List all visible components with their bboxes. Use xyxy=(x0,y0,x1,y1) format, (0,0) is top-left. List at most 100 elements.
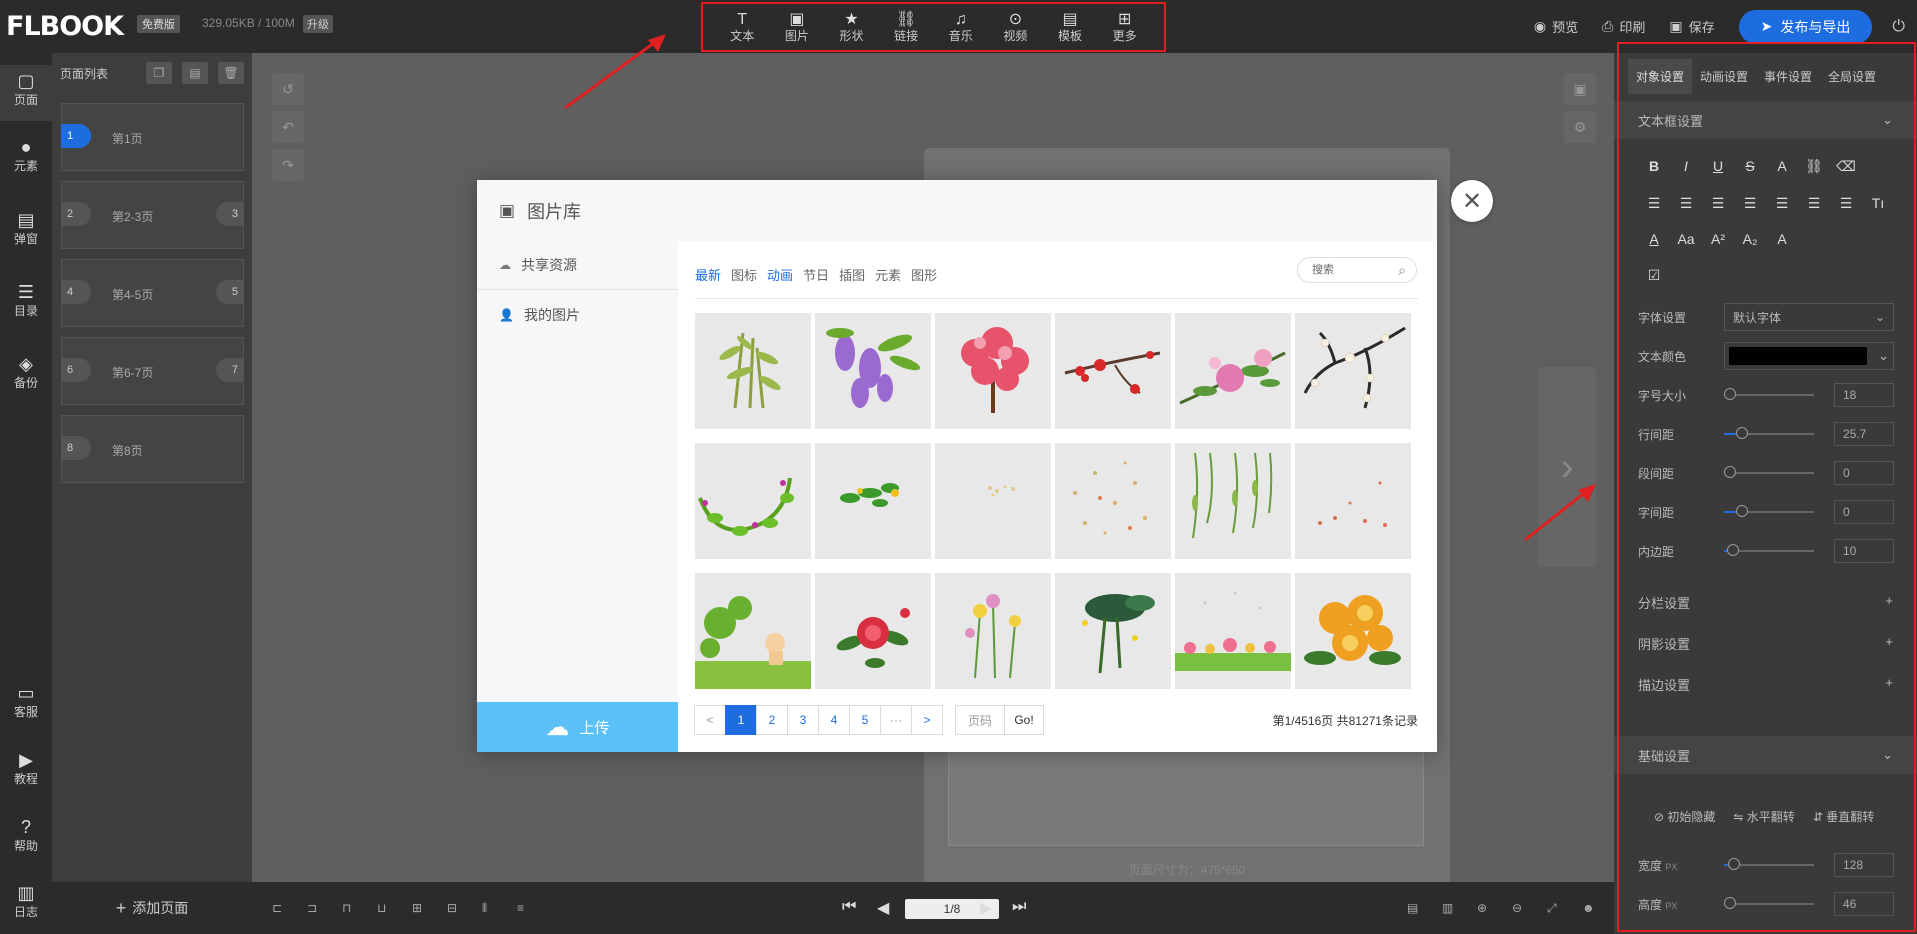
tool-video[interactable]: ⊙ 视频 xyxy=(989,11,1041,44)
sidebar-item-shared[interactable]: ☁ 共享资源 xyxy=(477,241,678,290)
image-thumb-petals[interactable] xyxy=(1055,443,1171,559)
prop-value[interactable]: 0 xyxy=(1834,500,1894,524)
image-thumb-vine-arc[interactable] xyxy=(695,443,811,559)
page-item[interactable]: 6 第6-7页 7 xyxy=(61,337,244,405)
tab-object[interactable]: 对象设置 xyxy=(1628,59,1693,94)
width-value[interactable]: 128 xyxy=(1834,853,1894,877)
category-animation[interactable]: 动画 xyxy=(767,265,793,284)
nav-help[interactable]: ? 帮助 xyxy=(0,817,52,854)
image-thumb-yellow-peony[interactable] xyxy=(1295,573,1411,689)
prop-slider[interactable] xyxy=(1724,388,1814,400)
superscript-icon[interactable]: A² xyxy=(1702,226,1734,252)
category-illustration[interactable]: 插图 xyxy=(839,265,865,284)
upgrade-button[interactable]: 升级 xyxy=(303,15,333,33)
image-thumb-red-petals[interactable] xyxy=(1295,443,1411,559)
zoom-out-icon[interactable]: ⊖ xyxy=(1512,901,1522,915)
prop-value[interactable]: 25.7 xyxy=(1834,422,1894,446)
prop-slider[interactable] xyxy=(1724,466,1814,478)
page-item[interactable]: 1 第1页 xyxy=(61,103,244,171)
next-page-icon[interactable]: ▶ xyxy=(980,898,992,918)
prop-value[interactable]: 10 xyxy=(1834,539,1894,563)
zoom-in-icon[interactable]: ⊕ xyxy=(1477,901,1487,915)
power-icon[interactable]: ⏻ xyxy=(1892,18,1905,36)
sidebar-item-mine[interactable]: 👤 我的图片 xyxy=(477,290,678,339)
undo-icon[interactable]: ↶ xyxy=(272,111,304,143)
print-button[interactable]: ⎙ 印刷 xyxy=(1602,17,1645,36)
close-icon[interactable]: ✕ xyxy=(1451,180,1493,222)
hide-toggle[interactable]: ⊘ 初始隐藏 xyxy=(1654,808,1715,825)
page-item[interactable]: 2 第2-3页 3 xyxy=(61,181,244,249)
bold-icon[interactable]: B xyxy=(1638,153,1670,179)
tool-shape[interactable]: ★ 形状 xyxy=(826,11,878,44)
indent-icon[interactable]: ☰ xyxy=(1798,190,1830,216)
image-thumb-plum-branch[interactable] xyxy=(1055,313,1171,429)
subscript-icon[interactable]: A₂ xyxy=(1734,226,1766,252)
outdent-icon[interactable]: ☰ xyxy=(1830,190,1862,216)
page-number-input[interactable]: 页码 xyxy=(955,705,1005,735)
settings-icon[interactable]: ⚙ xyxy=(1564,111,1596,143)
image-thumb-white-plum[interactable] xyxy=(1295,313,1411,429)
tool-image[interactable]: ▣ 图片 xyxy=(771,11,823,44)
font-size-icon[interactable]: Aa xyxy=(1670,226,1702,252)
category-festival[interactable]: 节日 xyxy=(803,265,829,284)
strikethrough-icon[interactable]: S xyxy=(1734,153,1766,179)
publish-button[interactable]: ➤ 发布与导出 xyxy=(1738,9,1873,44)
align-bottom-icon[interactable]: ⊟ xyxy=(447,901,457,915)
category-latest[interactable]: 最新 xyxy=(695,265,721,284)
flip-v-toggle[interactable]: ⇵ 垂直翻转 xyxy=(1813,808,1874,825)
prev-page-icon[interactable]: ◀ xyxy=(877,898,889,918)
delete-page-icon[interactable]: 🗑 xyxy=(218,62,244,84)
justify-icon[interactable]: ☰ xyxy=(1734,190,1766,216)
pagination-next[interactable]: > xyxy=(911,705,943,735)
image-thumb-wisteria[interactable] xyxy=(815,313,931,429)
go-button[interactable]: Go! xyxy=(1004,705,1044,735)
image-thumb-blossom-tree[interactable] xyxy=(935,313,1051,429)
nav-popup[interactable]: ▤ 弹窗 xyxy=(0,210,52,247)
page-item[interactable]: 8 第8页 xyxy=(61,415,244,483)
image-thumb-flower-bed[interactable] xyxy=(1175,573,1291,689)
font-select[interactable]: 默认字体 ⌄ xyxy=(1724,303,1894,331)
prop-value[interactable]: 18 xyxy=(1834,383,1894,407)
nav-log[interactable]: ▥ 日志 xyxy=(0,883,52,920)
nav-backup[interactable]: ◈ 备份 xyxy=(0,354,52,391)
unlink-icon[interactable]: ⛓ xyxy=(1798,153,1830,179)
nav-element[interactable]: ● 元素 xyxy=(0,137,52,174)
nav-catalog[interactable]: ☰ 目录 xyxy=(0,282,52,319)
textbox-section-header[interactable]: 文本框设置 ⌄ xyxy=(1614,101,1917,139)
text-shadow-icon[interactable]: A xyxy=(1766,226,1798,252)
align-center-icon[interactable]: ☰ xyxy=(1670,190,1702,216)
user-icon[interactable]: ☻ xyxy=(1582,901,1595,915)
image-thumb-ink-lotus[interactable] xyxy=(1055,573,1171,689)
align-top-icon[interactable]: ⊔ xyxy=(377,901,386,915)
pagination-page[interactable]: 5 xyxy=(849,705,881,735)
pagination-ellipsis[interactable]: ··· xyxy=(880,705,912,735)
nav-page[interactable]: ▢ 页面 xyxy=(0,65,52,121)
image-thumb-red-peony[interactable] xyxy=(815,573,931,689)
redo-icon[interactable]: ↷ xyxy=(272,149,304,181)
height-slider[interactable] xyxy=(1724,897,1814,909)
add-page-button[interactable]: + 添加页面 xyxy=(52,882,252,934)
tool-template[interactable]: ▤ 模板 xyxy=(1044,11,1096,44)
pagination-prev[interactable]: < xyxy=(694,705,726,735)
pagination-page[interactable]: 4 xyxy=(818,705,850,735)
search-input[interactable]: 搜索 ⌕ xyxy=(1297,257,1417,283)
image-check-icon[interactable]: ☑ xyxy=(1638,262,1670,288)
image-thumb-willow[interactable] xyxy=(1175,443,1291,559)
category-icon[interactable]: 图标 xyxy=(731,265,757,284)
shadow-section-header[interactable]: 阴影设置 + xyxy=(1638,634,1893,653)
upload-button[interactable]: ☁ 上传 xyxy=(477,702,678,752)
distribute-h-icon[interactable]: ⫴ xyxy=(482,901,487,916)
align-middle-icon[interactable]: ⊞ xyxy=(412,901,422,915)
tool-music[interactable]: ♫ 音乐 xyxy=(935,11,987,44)
align-left-icon[interactable]: ⊏ xyxy=(272,901,282,915)
page-item[interactable]: 4 第4-5页 5 xyxy=(61,259,244,327)
italic-icon[interactable]: I xyxy=(1670,153,1702,179)
image-thumb-peony-branch[interactable] xyxy=(1175,313,1291,429)
fit-icon[interactable]: ⤢ xyxy=(1547,901,1557,916)
prop-value[interactable]: 0 xyxy=(1834,461,1894,485)
pagination-page[interactable]: 1 xyxy=(725,705,757,735)
first-page-icon[interactable]: ⏮ xyxy=(842,898,856,916)
tab-global[interactable]: 全局设置 xyxy=(1820,59,1884,94)
tab-event[interactable]: 事件设置 xyxy=(1756,59,1820,94)
tool-link[interactable]: ⛓ 链接 xyxy=(880,11,932,44)
